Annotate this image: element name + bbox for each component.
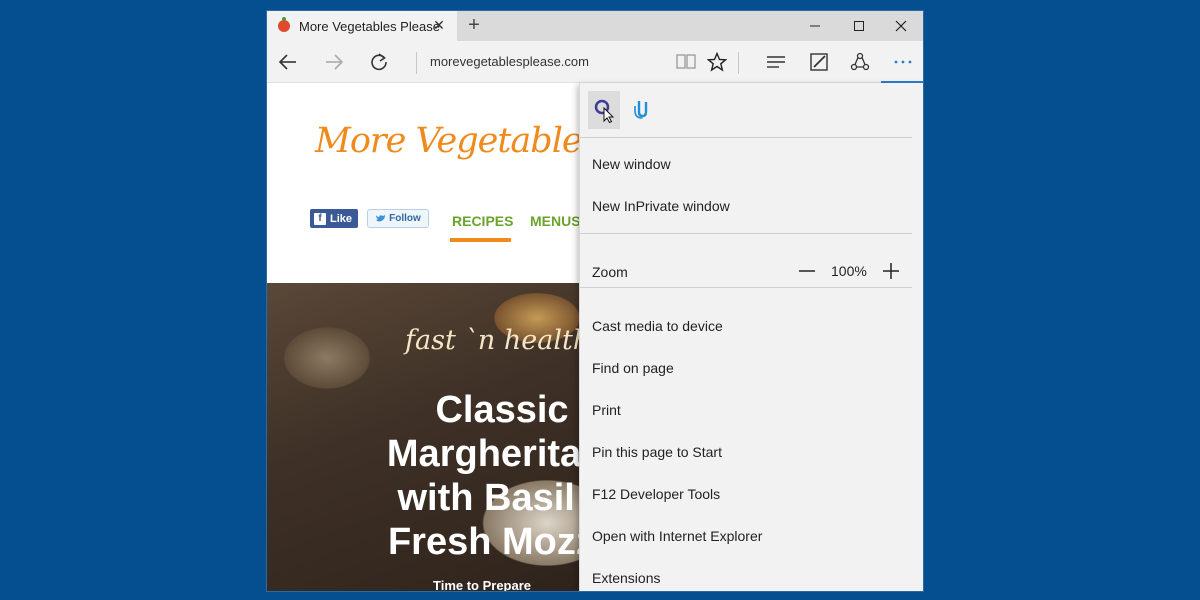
- more-actions-menu: New window New InPrivate window Zoom 100…: [579, 83, 923, 591]
- hub-icon: [767, 56, 785, 68]
- menu-find-on-page[interactable]: Find on page: [592, 360, 674, 376]
- back-button[interactable]: [272, 46, 304, 78]
- menu-print[interactable]: Print: [592, 402, 621, 418]
- twitter-bird-icon: [376, 215, 386, 222]
- back-arrow-icon: [278, 54, 296, 70]
- hero-title: Classic Margherita P with Basil a Fresh …: [267, 388, 579, 564]
- hub-button[interactable]: [760, 46, 792, 78]
- refresh-button[interactable]: [363, 46, 395, 78]
- menu-separator: [580, 287, 912, 288]
- new-tab-button[interactable]: +: [463, 14, 485, 37]
- menu-new-inprivate-window[interactable]: New InPrivate window: [592, 198, 730, 214]
- zoom-out-button[interactable]: [796, 260, 818, 282]
- menu-pin-to-start[interactable]: Pin this page to Start: [592, 444, 722, 460]
- menu-separator: [580, 233, 912, 234]
- forward-arrow-icon: [326, 54, 344, 70]
- star-icon: [707, 52, 727, 72]
- zoom-in-button[interactable]: [880, 260, 902, 282]
- feedback-button[interactable]: [624, 91, 656, 129]
- menu-zoom-label: Zoom: [592, 264, 628, 280]
- minimize-icon: [810, 25, 820, 27]
- nav-recipes-link[interactable]: RECIPES: [452, 213, 513, 229]
- twitter-follow-button[interactable]: Follow: [367, 209, 429, 228]
- maximize-icon: [854, 21, 864, 31]
- hero-script-text: fast `n healthy: [405, 325, 579, 356]
- hero-title-line: Margherita P: [386, 433, 579, 475]
- web-note-icon: [810, 53, 828, 71]
- share-icon: [850, 52, 870, 71]
- title-bar: More Vegetables Please ✕ +: [267, 11, 923, 41]
- close-tab-icon[interactable]: ✕: [431, 17, 447, 34]
- menu-cast-media[interactable]: Cast media to device: [592, 318, 723, 334]
- hero-title-line: with Basil a: [397, 477, 579, 519]
- menu-extensions[interactable]: Extensions: [592, 570, 660, 586]
- address-bar[interactable]: morevegetablesplease.com: [430, 54, 589, 69]
- zoom-level: 100%: [831, 263, 867, 279]
- site-logo[interactable]: More Vegetables P: [315, 121, 579, 161]
- menu-separator: [580, 137, 912, 138]
- close-window-button[interactable]: [879, 11, 923, 41]
- reading-view-icon: [676, 54, 696, 69]
- feedback-icon: [634, 101, 648, 119]
- nav-active-underline: [450, 238, 511, 242]
- forward-button[interactable]: [318, 46, 350, 78]
- hero-subtitle: Time to Prepare: [433, 578, 532, 591]
- hero-title-line: Classic: [435, 389, 569, 431]
- menu-developer-tools[interactable]: F12 Developer Tools: [592, 486, 720, 502]
- reading-view-button[interactable]: [670, 46, 702, 78]
- web-note-button[interactable]: [803, 46, 835, 78]
- tab-title: More Vegetables Please: [299, 18, 440, 34]
- cortana-icon: [594, 99, 615, 123]
- minus-icon: [799, 270, 815, 272]
- facebook-like-button[interactable]: f Like: [310, 209, 358, 228]
- navigation-bar: morevegetablesplease.com: [267, 41, 923, 83]
- plus-icon: [883, 263, 899, 279]
- toolbar-separator: [738, 52, 739, 74]
- hero-title-line: Fresh Mozza: [387, 521, 579, 563]
- minimize-button[interactable]: [793, 11, 837, 41]
- maximize-button[interactable]: [837, 11, 881, 41]
- facebook-icon: f: [314, 212, 326, 225]
- more-dots-icon: [894, 60, 912, 64]
- web-page: More Vegetables P f Like Follow RECIPES …: [267, 83, 579, 591]
- menu-new-window[interactable]: New window: [592, 156, 671, 172]
- close-icon: [895, 20, 907, 32]
- refresh-icon: [371, 53, 387, 71]
- more-actions-button[interactable]: [887, 46, 919, 78]
- tomato-favicon-icon: [278, 17, 290, 32]
- like-label: Like: [330, 212, 353, 225]
- favorite-button[interactable]: [701, 46, 733, 78]
- browser-window: More Vegetables Please ✕ + morevegetable…: [267, 11, 923, 591]
- share-button[interactable]: [844, 46, 876, 78]
- cortana-button[interactable]: [588, 91, 620, 129]
- tab-more-vegetables[interactable]: More Vegetables Please ✕: [267, 11, 457, 41]
- follow-label: Follow: [389, 213, 421, 224]
- nav-menus-link[interactable]: MENUS: [530, 213, 579, 229]
- address-separator: [416, 52, 417, 74]
- hero-banner[interactable]: fast `n healthy Classic Margherita P wit…: [267, 283, 579, 591]
- menu-open-with-ie[interactable]: Open with Internet Explorer: [592, 528, 762, 544]
